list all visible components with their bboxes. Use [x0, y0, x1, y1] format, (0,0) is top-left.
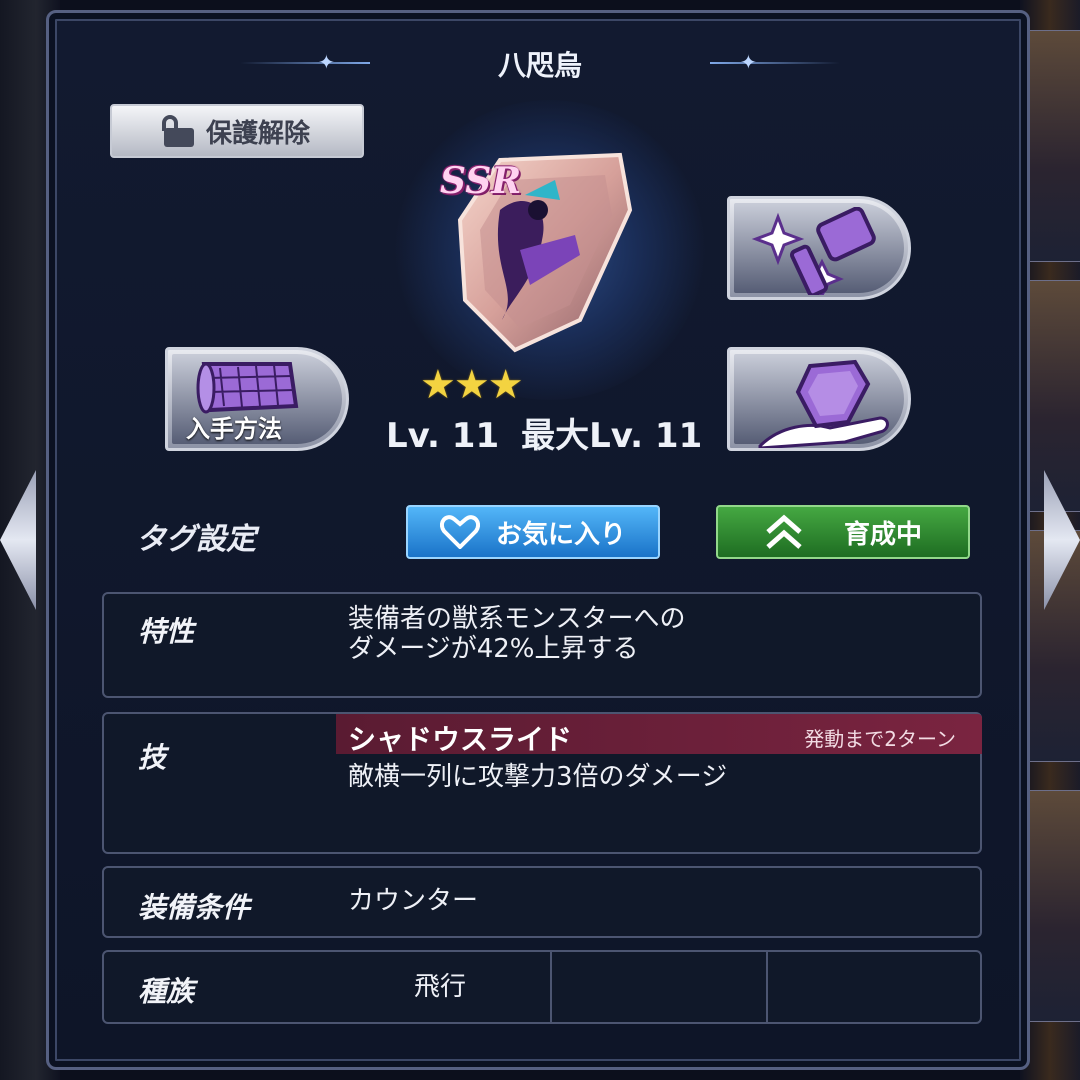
- skill-box: 発動まで2ターン シャドウスライド 技 敵横一列に攻撃力3倍のダメージ: [102, 712, 982, 854]
- growing-tag-label: 育成中: [843, 519, 922, 550]
- enhance-button[interactable]: [727, 196, 911, 300]
- rarity-label: SSR: [440, 160, 522, 202]
- growing-tag-button[interactable]: 育成中: [716, 505, 970, 559]
- tag-settings-label: タグ設定: [136, 522, 256, 557]
- unlock-icon: [161, 115, 194, 147]
- race-value: 飛行: [414, 972, 467, 1002]
- trait-description: 装備者の獣系モンスターへの ダメージが42%上昇する: [348, 604, 685, 664]
- side-card: [1028, 790, 1080, 1022]
- skill-description: 敵横一列に攻撃力3倍のダメージ: [348, 762, 728, 792]
- favorite-tag-label: お気に入り: [495, 519, 626, 550]
- equip-condition-value: カウンター: [348, 886, 479, 916]
- star-rating: ★★★: [420, 362, 524, 408]
- acquire-method-button[interactable]: 入手方法: [165, 347, 349, 451]
- acquire-method-label: 入手方法: [186, 415, 282, 443]
- race-divider: [766, 952, 768, 1022]
- trait-label: 特性: [138, 615, 195, 648]
- hammer-sparkle-icon: [751, 207, 876, 295]
- double-chevron-up-icon: [766, 514, 802, 549]
- equip-condition-label: 装備条件: [138, 891, 251, 924]
- unprotect-label: 保護解除: [205, 118, 310, 149]
- skill-label: 技: [138, 741, 167, 774]
- level-info: Lv. 11 最大Lv. 11: [386, 408, 724, 457]
- heart-icon: [439, 515, 480, 549]
- unprotect-button[interactable]: 保護解除: [110, 104, 364, 158]
- race-divider: [550, 952, 552, 1022]
- current-level: Lv. 11: [386, 416, 500, 456]
- favorite-tag-button[interactable]: お気に入り: [406, 505, 660, 559]
- trait-text-line: 装備者の獣系モンスターへの: [348, 604, 686, 634]
- side-card: [1028, 280, 1080, 512]
- equip-condition-box: 装備条件 カウンター: [102, 866, 982, 938]
- item-name-title: 八咫烏: [497, 49, 582, 82]
- race-box: 種族 飛行: [102, 950, 982, 1024]
- skill-name: シャドウスライド: [348, 723, 573, 756]
- trait-box: 特性 装備者の獣系モンスターへの ダメージが42%上昇する: [102, 592, 982, 698]
- skill-cooldown: 発動まで2ターン: [804, 727, 956, 751]
- race-label: 種族: [138, 975, 195, 1008]
- max-level: 最大Lv. 11: [521, 416, 703, 456]
- shield-hand-icon: [758, 359, 889, 448]
- limit-break-button[interactable]: [727, 347, 911, 451]
- trait-text-line: ダメージが42%上昇する: [348, 634, 639, 664]
